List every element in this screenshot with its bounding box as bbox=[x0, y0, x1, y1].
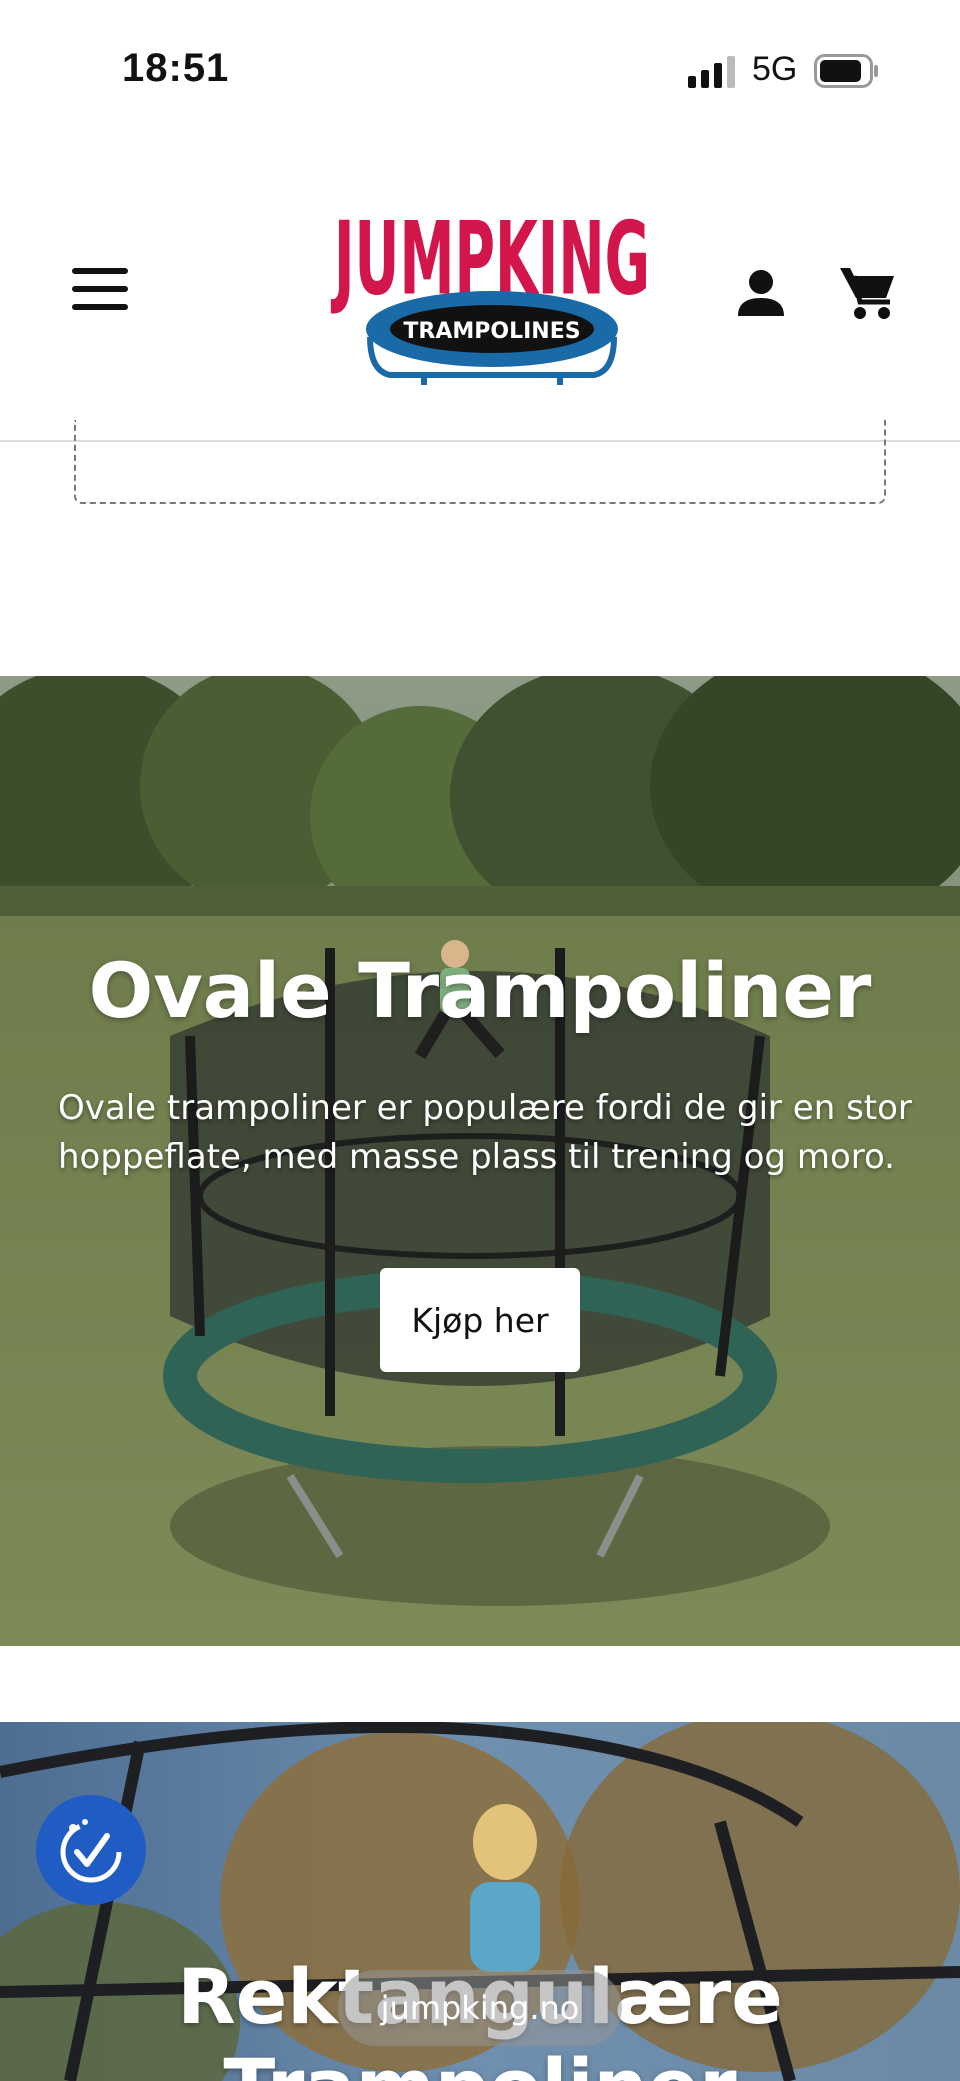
battery-icon bbox=[814, 54, 878, 88]
accessibility-icon bbox=[60, 1819, 122, 1883]
status-time: 18:51 bbox=[122, 46, 230, 90]
oval-banner-description: Ovale trampoliner er populære fordi de g… bbox=[58, 1088, 912, 1177]
status-bar: 18:51 5G bbox=[0, 0, 960, 140]
menu-icon[interactable] bbox=[68, 265, 132, 313]
jumpking-logo[interactable]: JUMPKING TRAMPOLINES bbox=[330, 195, 654, 389]
account-icon[interactable] bbox=[736, 268, 786, 318]
site-header: JUMPKING TRAMPOLINES bbox=[0, 140, 960, 442]
buy-here-button[interactable]: Kjøp her bbox=[380, 1268, 580, 1372]
network-type: 5G bbox=[752, 50, 798, 88]
accessibility-button[interactable] bbox=[36, 1795, 146, 1905]
oval-banner-title: Ovale Trampoliner bbox=[88, 946, 872, 1035]
logo-subtitle: TRAMPOLINES bbox=[403, 319, 580, 344]
oval-trampoline-banner: Ovale Trampoliner Ovale trampoliner er p… bbox=[0, 676, 960, 1646]
cart-icon[interactable] bbox=[838, 264, 896, 320]
signal-icon bbox=[688, 56, 735, 88]
dashed-placeholder bbox=[74, 420, 886, 504]
browser-url-bar[interactable]: jumpking.no bbox=[338, 1970, 622, 2046]
